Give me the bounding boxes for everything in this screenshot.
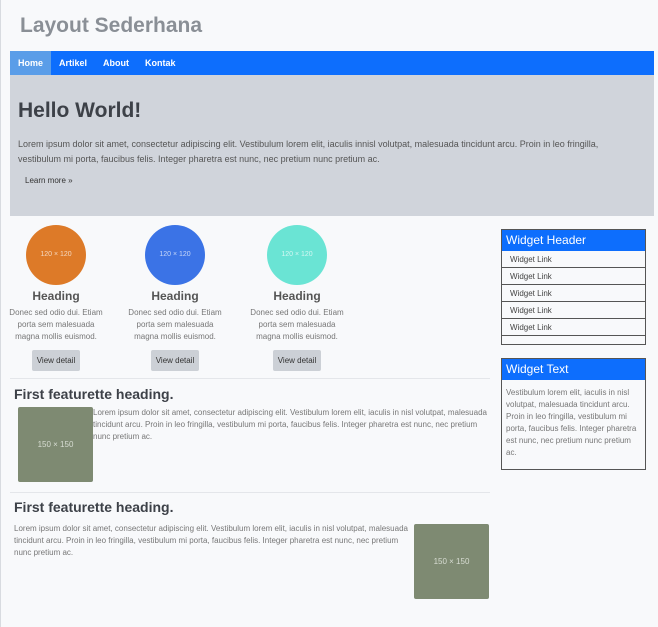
widget-text-header: Widget Text [502, 359, 645, 380]
hero-title: Hello World! [18, 99, 142, 122]
divider [10, 492, 490, 493]
feature-column-2: 120 × 120 Heading Donec sed odio dui. Et… [120, 225, 230, 371]
column-text: Donec sed odio dui. Etiam porta sem male… [250, 308, 344, 341]
learn-more-button[interactable]: Learn more » [18, 172, 80, 189]
hero-jumbotron: Hello World! Lorem ipsum dolor sit amet,… [10, 75, 654, 216]
widget-link[interactable]: Widget Link [502, 302, 645, 319]
nav-home[interactable]: Home [10, 51, 52, 75]
navbar: Home Artikel About Kontak [10, 51, 654, 75]
divider [10, 378, 490, 379]
column-heading: Heading [273, 289, 321, 303]
widget-text-body: Vestibulum lorem elit, iaculis in nisl v… [506, 388, 637, 457]
featurette-text-2: Lorem ipsum dolor sit amet, consectetur … [14, 524, 408, 557]
column-text: Donec sed odio dui. Etiam porta sem male… [128, 308, 222, 341]
site-title: Layout Sederhana [20, 14, 203, 37]
view-detail-button[interactable]: View detail [150, 350, 200, 371]
widget-link[interactable]: Widget Link [502, 285, 645, 302]
circle-image-3: 120 × 120 [267, 225, 327, 285]
nav-artikel[interactable]: Artikel [51, 51, 95, 75]
widget-footer-spacer [502, 336, 645, 344]
widget-text: Widget Text Vestibulum lorem elit, iacul… [501, 358, 646, 470]
hero-text: Lorem ipsum dolor sit amet, consectetur … [18, 139, 599, 164]
column-text: Donec sed odio dui. Etiam porta sem male… [9, 308, 103, 341]
circle-image-1: 120 × 120 [26, 225, 86, 285]
widget-links: Widget Header Widget Link Widget Link Wi… [501, 229, 646, 345]
feature-column-3: 120 × 120 Heading Donec sed odio dui. Et… [242, 225, 352, 371]
widget-link[interactable]: Widget Link [502, 268, 645, 285]
widget-link[interactable]: Widget Link [502, 251, 645, 268]
featurette-text-1: Lorem ipsum dolor sit amet, consectetur … [93, 408, 487, 441]
circle-image-2: 120 × 120 [145, 225, 205, 285]
featurette-heading-2: First featurette heading. [14, 499, 174, 515]
feature-column-1: 120 × 120 Heading Donec sed odio dui. Et… [1, 225, 111, 371]
view-detail-button[interactable]: View detail [31, 350, 81, 371]
nav-about[interactable]: About [95, 51, 137, 75]
widget-link[interactable]: Widget Link [502, 319, 645, 336]
featurette-heading-1: First featurette heading. [14, 386, 174, 402]
featurette-image-2: 150 × 150 [414, 524, 489, 599]
widget-header: Widget Header [502, 230, 645, 251]
column-heading: Heading [32, 289, 80, 303]
view-detail-button[interactable]: View detail [272, 350, 322, 371]
column-heading: Heading [151, 289, 199, 303]
nav-kontak[interactable]: Kontak [137, 51, 184, 75]
featurette-image-1: 150 × 150 [18, 407, 93, 482]
